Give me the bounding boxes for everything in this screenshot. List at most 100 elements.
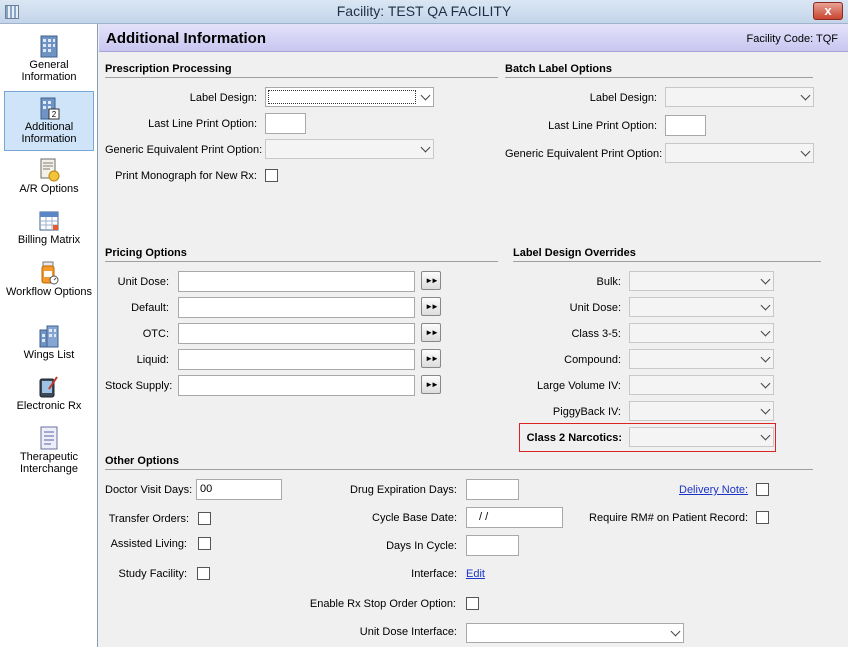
sidebar-item-therapeutic-interchange[interactable]: Therapeutic Interchange: [4, 422, 94, 482]
focus-rect: [268, 90, 416, 104]
pricing-liquid-input[interactable]: [178, 349, 415, 370]
override-piggyback-iv-label: PiggyBack IV:: [552, 406, 621, 418]
chevron-down-icon: [800, 90, 811, 101]
sidebar-item-general-information[interactable]: General Information: [4, 30, 94, 90]
batch-label-design-dropdown[interactable]: [665, 87, 814, 107]
document-coin-icon: [40, 158, 60, 182]
monograph-checkbox[interactable]: [265, 169, 278, 182]
drug-expiration-days-label: Drug Expiration Days:: [350, 484, 457, 496]
chevron-down-icon: [760, 326, 771, 337]
calendar-icon: [39, 211, 59, 231]
require-rm-checkbox[interactable]: [756, 511, 769, 524]
doctor-visit-days-label: Doctor Visit Days:: [105, 484, 193, 496]
chevron-down-icon: [760, 300, 771, 311]
pricing-default-input[interactable]: [178, 297, 415, 318]
sidebar-item-workflow-options[interactable]: Workflow Options: [4, 257, 94, 317]
pricing-otc-fast-forward-button[interactable]: ►►: [421, 323, 441, 342]
cycle-base-date-label: Cycle Base Date:: [372, 512, 457, 524]
assisted-living-checkbox[interactable]: [198, 537, 211, 550]
batch-generic-label: Generic Equivalent Print Option:: [505, 148, 663, 160]
generic-equivalent-dropdown[interactable]: [265, 139, 434, 159]
sidebar-item-label: Therapeutic Interchange: [19, 451, 79, 475]
close-button[interactable]: x: [813, 2, 843, 20]
stop-order-checkbox[interactable]: [466, 597, 479, 610]
override-compound-dropdown[interactable]: [629, 349, 774, 369]
chevron-down-icon: [420, 90, 431, 101]
section-label-design-overrides: Label Design Overrides: [513, 247, 821, 262]
window-title: Facility: TEST QA FACILITY: [336, 3, 512, 19]
pricing-stock-supply-label: Stock Supply:: [105, 380, 173, 392]
study-facility-label: Study Facility:: [118, 568, 187, 580]
pill-bottle-icon: [41, 261, 59, 285]
pricing-unit-dose-label: Unit Dose:: [117, 276, 169, 288]
monograph-label: Print Monograph for New Rx:: [115, 170, 257, 182]
override-large-volume-iv-dropdown[interactable]: [629, 375, 774, 395]
sidebar-item-label: Electronic Rx: [16, 400, 82, 412]
chevron-down-icon: [760, 430, 771, 441]
page-title: Additional Information: [106, 30, 266, 47]
stop-order-label: Enable Rx Stop Order Option:: [309, 598, 456, 610]
override-unit-dose-dropdown[interactable]: [629, 297, 774, 317]
pricing-unit-dose-input[interactable]: [178, 271, 415, 292]
days-in-cycle-input[interactable]: [466, 535, 519, 556]
override-unit-dose-label: Unit Dose:: [569, 302, 621, 314]
chevron-down-icon: [760, 352, 771, 363]
override-compound-label: Compound:: [564, 354, 621, 366]
document-list-icon: [40, 426, 58, 450]
sidebar-item-billing-matrix[interactable]: Billing Matrix: [4, 205, 94, 265]
chevron-down-icon: [760, 274, 771, 285]
pricing-stock-supply-fast-forward-button[interactable]: ►►: [421, 375, 441, 394]
chevron-down-icon: [670, 626, 681, 637]
section-batch-label-options: Batch Label Options: [505, 63, 813, 78]
sidebar-item-label: A/R Options: [19, 183, 79, 195]
delivery-note-link[interactable]: Delivery Note:: [679, 484, 748, 496]
transfer-orders-label: Transfer Orders:: [108, 513, 189, 525]
delivery-note-checkbox[interactable]: [756, 483, 769, 496]
label-design-dropdown[interactable]: [265, 87, 434, 107]
transfer-orders-checkbox[interactable]: [198, 512, 211, 525]
svg-text:2: 2: [52, 110, 57, 119]
override-bulk-label: Bulk:: [596, 276, 621, 288]
override-class-3-5-dropdown[interactable]: [629, 323, 774, 343]
override-bulk-dropdown[interactable]: [629, 271, 774, 291]
batch-generic-dropdown[interactable]: [665, 143, 814, 163]
interface-label: Interface:: [411, 568, 457, 580]
assisted-living-label: Assisted Living:: [110, 538, 187, 550]
section-pricing-options: Pricing Options: [105, 247, 498, 262]
sidebar-item-label: Wings List: [23, 349, 75, 361]
batch-last-line-input[interactable]: [665, 115, 706, 136]
pricing-otc-label: OTC:: [142, 328, 169, 340]
building-badge-icon: 2: [40, 97, 60, 120]
unit-dose-interface-dropdown[interactable]: [466, 623, 684, 643]
override-class-2-narcotics-dropdown[interactable]: [629, 427, 774, 447]
label-design-label: Label Design:: [189, 92, 257, 104]
days-in-cycle-label: Days In Cycle:: [386, 540, 457, 552]
chevron-down-icon: [800, 146, 811, 157]
pricing-liquid-fast-forward-button[interactable]: ►►: [421, 349, 441, 368]
override-piggyback-iv-dropdown[interactable]: [629, 401, 774, 421]
sidebar-item-label: Billing Matrix: [17, 234, 81, 246]
sidebar-item-additional-information[interactable]: 2 Additional Information: [4, 91, 94, 151]
override-class-2-narcotics-label: Class 2 Narcotics:: [526, 432, 622, 444]
interface-edit-link[interactable]: Edit: [466, 568, 485, 580]
buildings-icon: [39, 325, 59, 348]
facility-code: Facility Code: TQF: [746, 33, 839, 45]
cycle-base-date-input[interactable]: / /: [466, 507, 563, 528]
study-facility-checkbox[interactable]: [197, 567, 210, 580]
chevron-down-icon: [760, 404, 771, 415]
chevron-down-icon: [420, 142, 431, 153]
section-other-options: Other Options: [105, 455, 813, 470]
pricing-liquid-label: Liquid:: [136, 354, 169, 366]
pricing-otc-input[interactable]: [178, 323, 415, 344]
last-line-input[interactable]: [265, 113, 306, 134]
sidebar: General Information 2 Additional Informa…: [0, 24, 98, 647]
pricing-stock-supply-input[interactable]: [178, 375, 415, 396]
chevron-down-icon: [760, 378, 771, 389]
pricing-default-fast-forward-button[interactable]: ►►: [421, 297, 441, 316]
pricing-unit-dose-fast-forward-button[interactable]: ►►: [421, 271, 441, 290]
sidebar-item-label: Additional Information: [21, 121, 77, 145]
override-class-3-5-label: Class 3-5:: [571, 328, 621, 340]
sidebar-item-label: General Information: [21, 59, 77, 83]
doctor-visit-days-input[interactable]: 00: [196, 479, 282, 500]
drug-expiration-days-input[interactable]: [466, 479, 519, 500]
